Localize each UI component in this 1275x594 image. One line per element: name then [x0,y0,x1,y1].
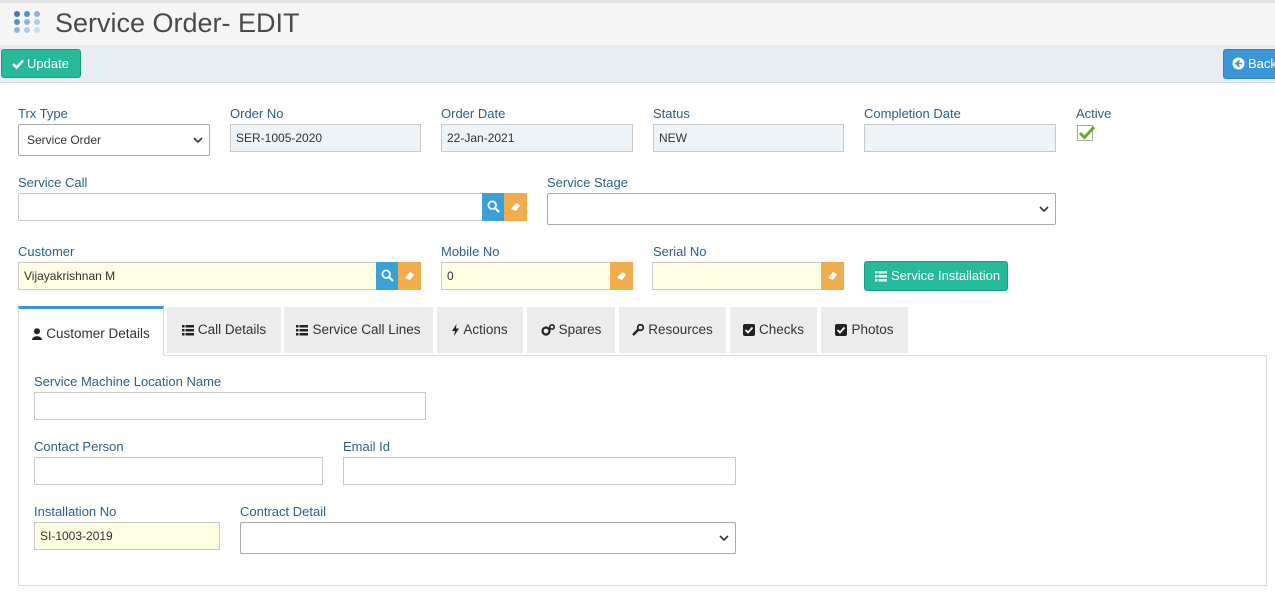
tab-actions[interactable]: Actions [437,307,523,353]
gears-icon [541,323,555,336]
update-label: Update [27,56,69,71]
chevron-down-icon [193,137,203,144]
chevron-down-icon [719,535,729,542]
trx-type-value: Service Order [27,133,102,147]
check-square-icon [835,324,848,336]
tab-label: Spares [558,322,602,337]
trx-type-label: Trx Type [18,106,68,121]
search-icon [487,200,500,213]
active-checkbox[interactable] [1077,125,1096,141]
active-label: Active [1076,106,1112,121]
tab-label: Checks [758,322,804,337]
bolt-icon [452,324,460,336]
service-call-clear-button[interactable] [504,193,527,221]
service-call-label: Service Call [18,175,88,190]
contact-person-label: Contact Person [34,439,124,454]
tab-label: Customer Details [46,326,150,341]
service-stage-select[interactable] [547,193,1056,225]
order-no-field[interactable]: SER-1005-2020 [230,124,421,152]
eraser-icon [511,203,520,211]
service-installation-label: Service Installation [891,268,1001,283]
tab-photos[interactable]: Photos [821,307,908,353]
order-date-field[interactable]: 22-Jan-2021 [441,124,633,152]
arrow-circle-left-icon [1232,57,1245,70]
email-id-field[interactable] [343,457,736,485]
installation-no-field[interactable]: SI-1003-2019 [34,522,220,550]
customer-field[interactable]: Vijayakrishnan M [18,262,377,290]
tab-customer-details[interactable]: Customer Details [18,306,164,356]
service-call-search-button[interactable] [482,193,505,221]
serial-no-field[interactable] [652,262,822,290]
eraser-icon [828,272,837,280]
order-no-label: Order No [230,106,284,121]
apps-grid-icon[interactable] [12,9,48,33]
list-icon [296,325,309,336]
tab-call-details[interactable]: Call Details [167,307,281,353]
search-icon [381,269,394,282]
list-icon [181,325,194,336]
checkmark-icon [1078,125,1096,140]
tab-spares[interactable]: Spares [527,307,615,353]
user-icon [32,328,43,340]
service-installation-button[interactable]: Service Installation [864,261,1008,291]
service-call-field[interactable] [18,193,483,221]
list-icon [875,271,887,282]
tab-label: Service Call Lines [312,322,421,337]
eraser-icon [405,272,414,280]
contract-detail-label: Contract Detail [240,504,326,519]
check-square-icon [742,324,755,336]
contract-detail-select[interactable] [240,522,736,554]
page-header: Service Order- EDIT [0,3,1275,45]
status-field[interactable]: NEW [653,124,844,152]
tab-checks[interactable]: Checks [730,307,817,353]
update-button[interactable]: Update [1,49,81,78]
back-button[interactable]: Back [1223,49,1275,79]
chevron-down-icon [1039,206,1049,213]
trx-type-select[interactable]: Service Order [18,124,210,156]
mobile-no-field[interactable]: 0 [441,262,611,290]
back-label: Back [1248,56,1275,71]
wrench-icon [632,323,645,336]
customer-search-button[interactable] [376,262,399,290]
mobile-no-label: Mobile No [441,244,500,259]
serial-no-clear-button[interactable] [821,262,844,290]
tab-label: Resources [648,322,713,337]
customer-clear-button[interactable] [398,262,421,290]
page-title: Service Order- EDIT [55,8,300,38]
tab-label: Actions [463,322,508,337]
location-name-label: Service Machine Location Name [34,374,222,389]
installation-no-label: Installation No [34,504,117,519]
customer-label: Customer [18,244,75,259]
location-name-field[interactable] [34,392,426,420]
serial-no-label: Serial No [653,244,707,259]
mobile-no-clear-button[interactable] [610,262,633,290]
tab-label: Photos [851,322,894,337]
service-stage-label: Service Stage [547,175,628,190]
action-toolbar: Update Back [0,45,1275,83]
completion-date-field[interactable] [864,124,1056,152]
tab-service-call-lines[interactable]: Service Call Lines [284,307,433,353]
tab-resources[interactable]: Resources [619,307,726,353]
eraser-icon [617,272,626,280]
tab-label: Call Details [197,322,267,337]
completion-date-label: Completion Date [864,106,961,121]
status-label: Status [653,106,690,121]
tab-divider [18,355,1267,356]
contact-person-field[interactable] [34,457,323,485]
email-id-label: Email Id [343,439,390,454]
order-date-label: Order Date [441,106,506,121]
check-icon [12,59,24,70]
